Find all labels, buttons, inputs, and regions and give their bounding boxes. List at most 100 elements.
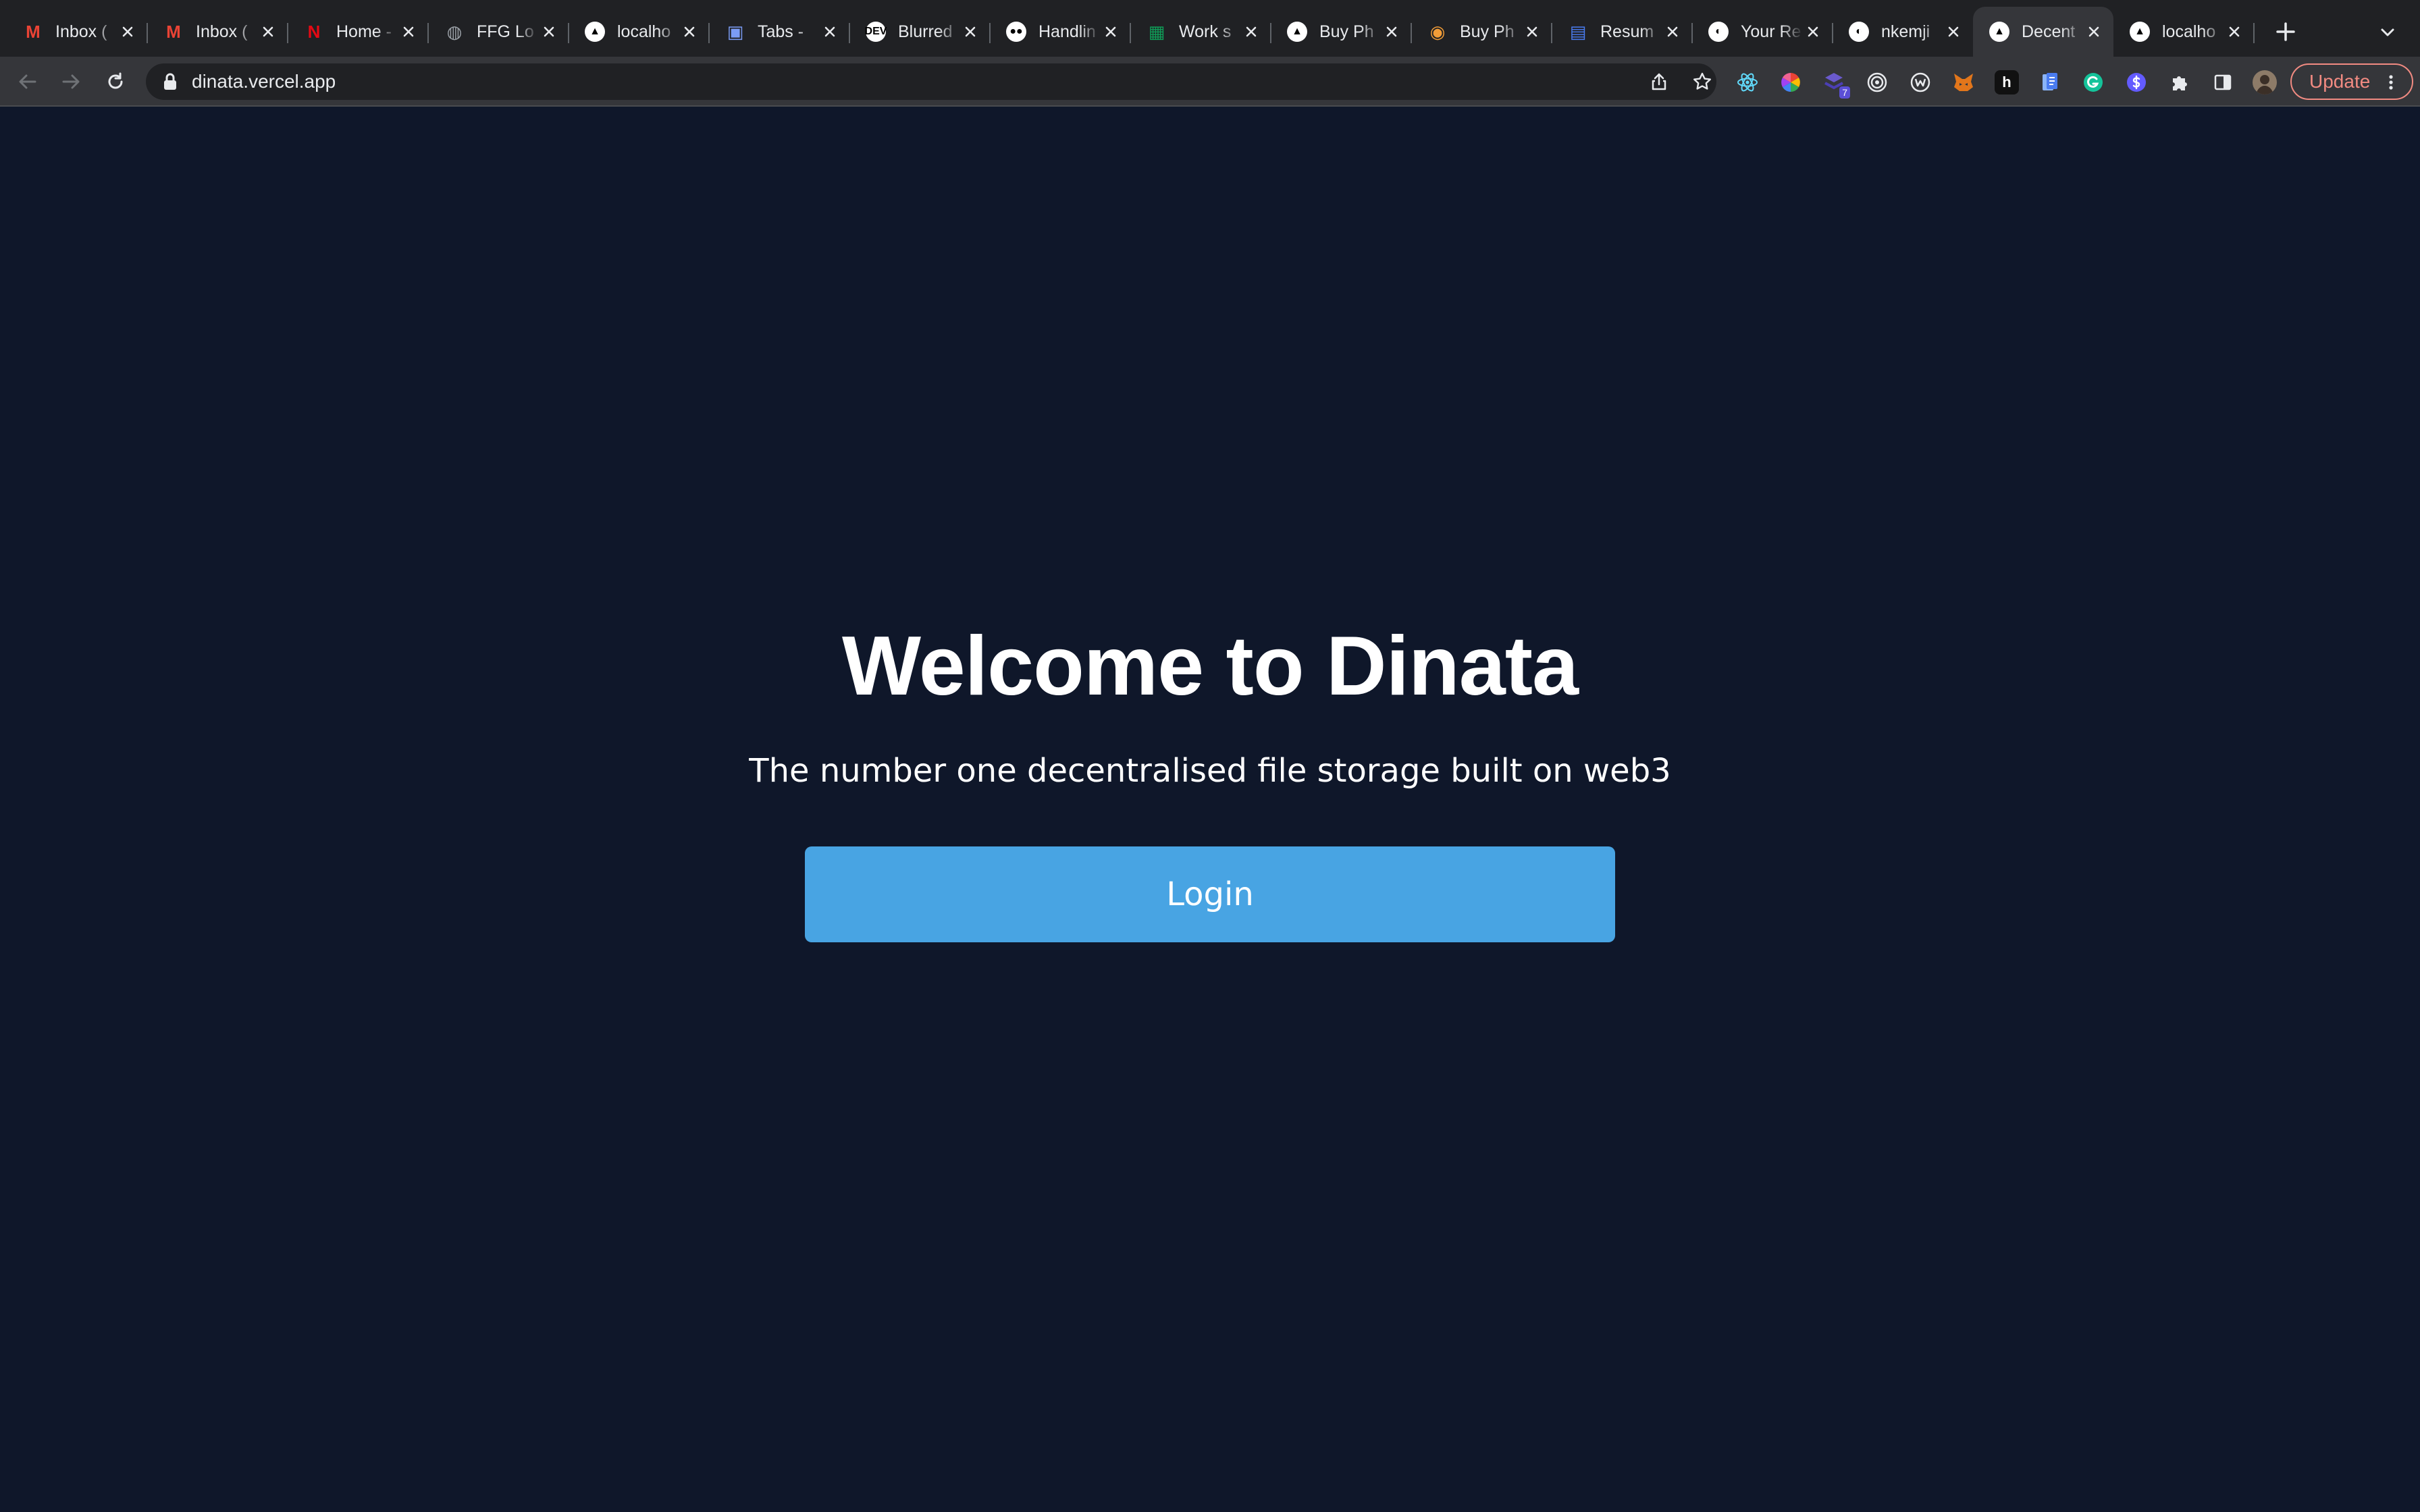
profile-avatar[interactable]	[2253, 70, 2277, 94]
fox-icon	[1954, 74, 1973, 91]
puzzle-icon	[2173, 76, 2187, 90]
close-icon[interactable]	[398, 22, 419, 42]
close-icon[interactable]	[117, 22, 138, 42]
tab-title: Decent	[2022, 22, 2076, 41]
docs-extension[interactable]	[2038, 70, 2062, 94]
dollar-circle-icon	[2127, 73, 2146, 92]
tab-title: Handlin	[1038, 22, 1096, 41]
tab-search-button[interactable]	[2374, 19, 2401, 46]
reload-button[interactable]	[101, 68, 130, 96]
browser-tab[interactable]: ▣ Tabs -	[709, 7, 850, 57]
browser-toolbar: dinata.vercel.app 7 h Update	[0, 57, 2420, 107]
forward-button[interactable]	[57, 68, 85, 96]
reload-icon	[108, 72, 123, 89]
page-content: Welcome to Dinata The number one decentr…	[0, 107, 2420, 1512]
close-icon[interactable]	[960, 22, 980, 42]
close-icon[interactable]	[1101, 22, 1121, 42]
close-icon[interactable]	[679, 22, 700, 42]
close-icon[interactable]	[539, 22, 559, 42]
tab-title: Inbox (	[196, 22, 248, 41]
close-icon[interactable]	[1662, 22, 1683, 42]
tab-title: Home -	[336, 22, 392, 41]
browser-tab[interactable]: ◍ FFG Lo	[428, 7, 569, 57]
browser-tab[interactable]: M Inbox (	[7, 7, 148, 57]
bookmark-button[interactable]	[1691, 70, 1714, 93]
new-tab-button[interactable]	[2270, 16, 2301, 47]
browser-tab[interactable]: ◐ nkemji	[1833, 7, 1973, 57]
share-icon	[1652, 73, 1666, 90]
login-label: Login	[1166, 875, 1254, 913]
tab-title: localho	[2162, 22, 2216, 41]
browser-tab[interactable]: M Inbox (	[147, 7, 288, 57]
close-icon[interactable]	[1803, 22, 1823, 42]
close-icon[interactable]	[820, 22, 840, 42]
browser-tab[interactable]: ◐ Your Re	[1692, 7, 1833, 57]
browser-tab[interactable]: ◉ Buy Ph	[1411, 7, 1552, 57]
tab-title: Inbox (	[55, 22, 107, 41]
resume-icon: ▤	[1569, 21, 1587, 42]
hashnode-extension[interactable]: h	[1995, 70, 2019, 94]
react-icon	[1737, 73, 1758, 92]
tab-title: Your Re	[1741, 22, 1801, 41]
tab-title: localho	[617, 22, 671, 41]
update-button[interactable]: Update	[2290, 63, 2413, 100]
browser-tab[interactable]: ▦ Work s	[1130, 7, 1271, 57]
w-circle-icon	[1910, 72, 1930, 92]
back-button[interactable]	[14, 68, 42, 96]
github-icon: ◐	[1708, 22, 1729, 42]
close-icon[interactable]	[258, 22, 278, 42]
grammarly-extension[interactable]	[2081, 70, 2105, 94]
dev-icon: DEV	[865, 22, 887, 42]
tab-title: FFG Lo	[477, 22, 534, 41]
color-wheel-icon	[1781, 73, 1800, 92]
address-bar[interactable]: dinata.vercel.app	[146, 63, 1716, 100]
browser-tab[interactable]: ▲ Buy Ph	[1271, 7, 1412, 57]
close-icon[interactable]	[1522, 22, 1542, 42]
side-panel-icon	[2214, 74, 2232, 90]
browser-tab[interactable]: ▲ localho	[569, 7, 710, 57]
vercel-icon: ▲	[585, 22, 605, 42]
browser-tab[interactable]: ●● Handlin	[990, 7, 1131, 57]
chevron-down-icon	[2381, 28, 2394, 36]
tab-strip: M Inbox (M Inbox (N Home - ◍ FFG Lo ▲ localho ▣ T…	[0, 0, 2420, 57]
close-icon[interactable]	[2224, 22, 2244, 42]
metamask-extension[interactable]	[1951, 70, 1976, 94]
grammarly-icon	[2084, 73, 2103, 92]
target-extension[interactable]	[1865, 70, 1889, 94]
page-subtitle: The number one decentralised file storag…	[749, 752, 1671, 790]
avatar-icon	[2256, 75, 2273, 94]
tabs-app-icon: ▣	[727, 21, 744, 42]
browser-tab[interactable]: ▲ Decent	[1973, 7, 2113, 57]
close-icon[interactable]	[1241, 22, 1261, 42]
forward-arrow-icon	[62, 74, 80, 89]
color-picker-extension[interactable]	[1779, 70, 1803, 94]
wordtune-extension[interactable]	[1908, 70, 1932, 94]
target-icon	[1867, 72, 1887, 92]
medium-icon: ●●	[1006, 22, 1026, 42]
github-icon: ◐	[1849, 22, 1869, 42]
vercel-icon: ▲	[1287, 22, 1307, 42]
tab-title: Buy Ph	[1319, 22, 1374, 41]
react-devtools-extension[interactable]	[1735, 70, 1760, 94]
tab-title: Tabs -	[758, 22, 804, 41]
close-icon[interactable]	[1943, 22, 1964, 42]
browser-tab[interactable]: ▲ localho	[2113, 7, 2255, 57]
login-button[interactable]: Login	[805, 846, 1615, 942]
netflix-icon: N	[307, 21, 321, 42]
browser-tab[interactable]: N Home -	[288, 7, 429, 57]
share-button[interactable]	[1648, 70, 1671, 93]
page-title: Welcome to Dinata	[841, 620, 1579, 713]
url-text[interactable]: dinata.vercel.app	[192, 63, 336, 100]
tab-title: Blurred	[898, 22, 953, 41]
browser-tab[interactable]: DEV Blurred	[849, 7, 991, 57]
extensions-button[interactable]	[2167, 70, 2192, 94]
browser-tab[interactable]: ▤ Resum	[1552, 7, 1693, 57]
close-icon[interactable]	[2084, 22, 2104, 42]
update-label: Update	[2309, 71, 2371, 92]
close-icon[interactable]	[1382, 22, 1402, 42]
kebab-menu-icon	[2389, 75, 2393, 90]
stacks-extension[interactable]	[2124, 70, 2149, 94]
purple-extension[interactable]: 7	[1822, 70, 1850, 99]
side-panel-button[interactable]	[2211, 70, 2235, 94]
lock-icon[interactable]	[162, 73, 178, 90]
